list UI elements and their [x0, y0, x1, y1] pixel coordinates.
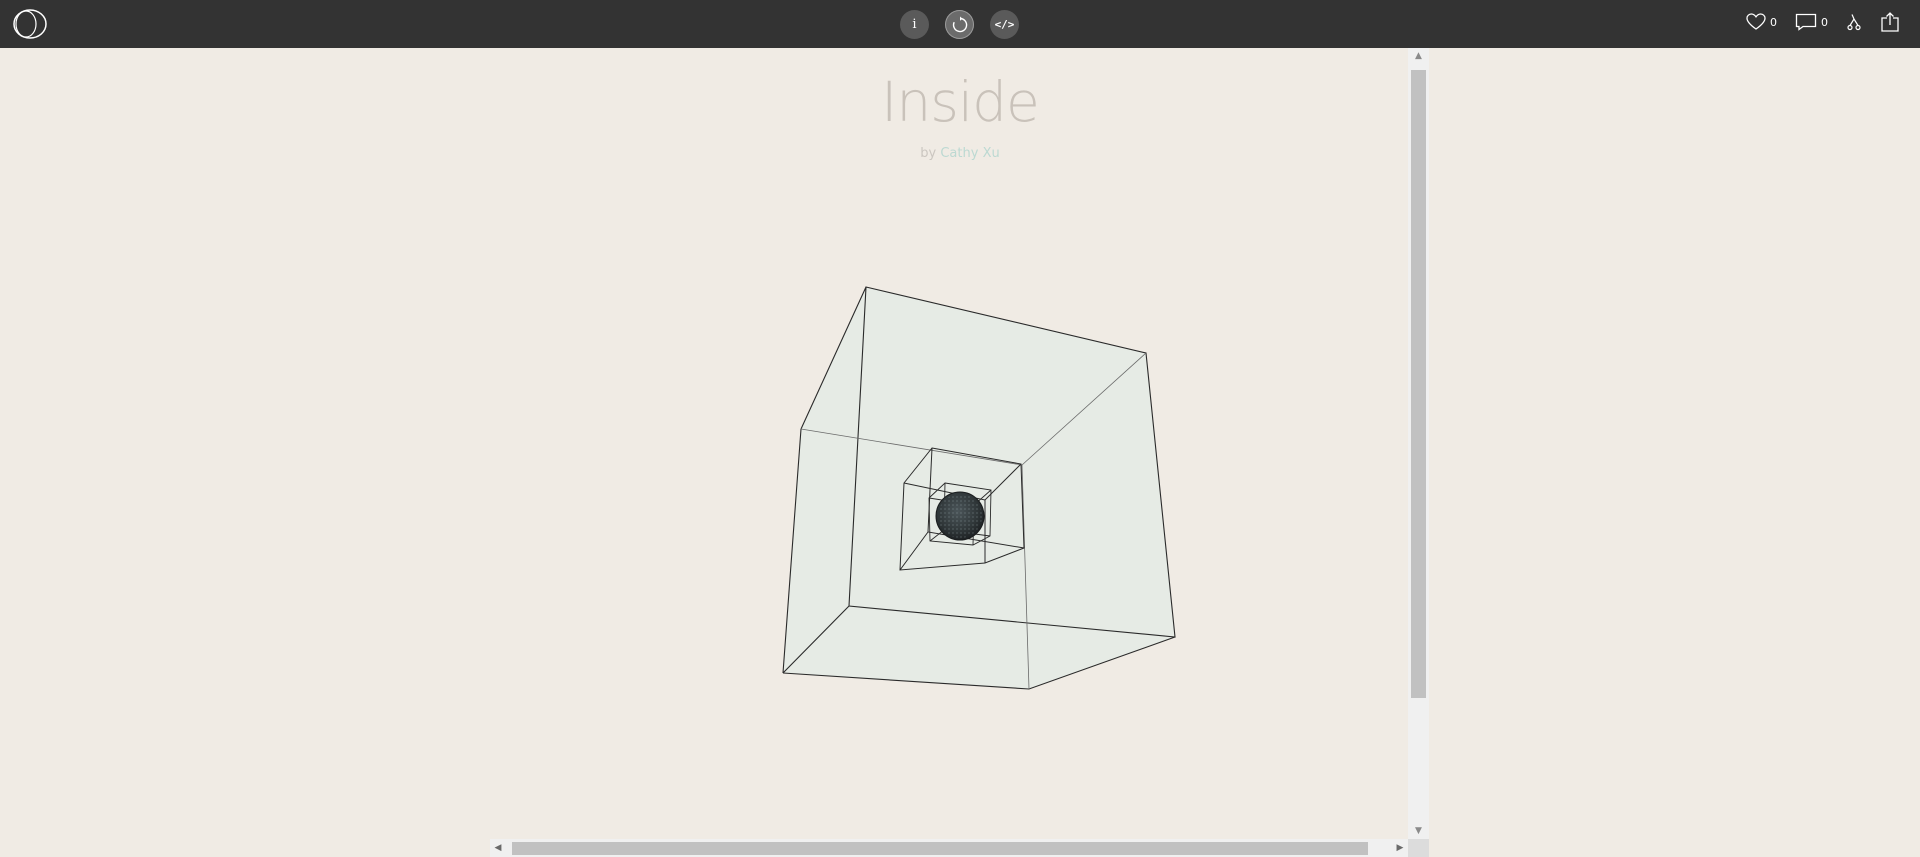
fork-button[interactable] [1846, 13, 1862, 31]
like-count: 0 [1770, 15, 1777, 29]
comment-icon [1795, 13, 1817, 31]
horizontal-scrollbar[interactable]: ◀ ▶ [490, 839, 1408, 857]
scroll-left-arrow-icon[interactable]: ◀ [490, 839, 506, 857]
scroll-right-arrow-icon[interactable]: ▶ [1392, 839, 1408, 857]
scroll-down-arrow-icon[interactable]: ▼ [1408, 823, 1429, 839]
sphere-mesh [938, 494, 982, 538]
scroll-up-arrow-icon[interactable]: ▲ [1408, 48, 1429, 64]
share-button[interactable] [1880, 12, 1900, 32]
like-button[interactable]: 0 [1746, 13, 1777, 31]
right-blank-panel [1429, 48, 1920, 857]
comment-count: 0 [1821, 15, 1828, 29]
heart-icon [1746, 13, 1766, 30]
fork-icon [1847, 14, 1861, 31]
sketch-actions: 0 0 [1746, 12, 1900, 32]
scrollbar-corner [1408, 839, 1429, 857]
comment-button[interactable]: 0 [1795, 13, 1828, 31]
nested-cubes-graphic [782, 286, 1176, 690]
share-icon [1881, 12, 1899, 32]
vertical-scrollbar[interactable]: ▲ ▼ [1408, 48, 1429, 839]
vertical-scroll-thumb[interactable] [1411, 70, 1426, 698]
horizontal-scroll-thumb[interactable] [512, 842, 1368, 855]
